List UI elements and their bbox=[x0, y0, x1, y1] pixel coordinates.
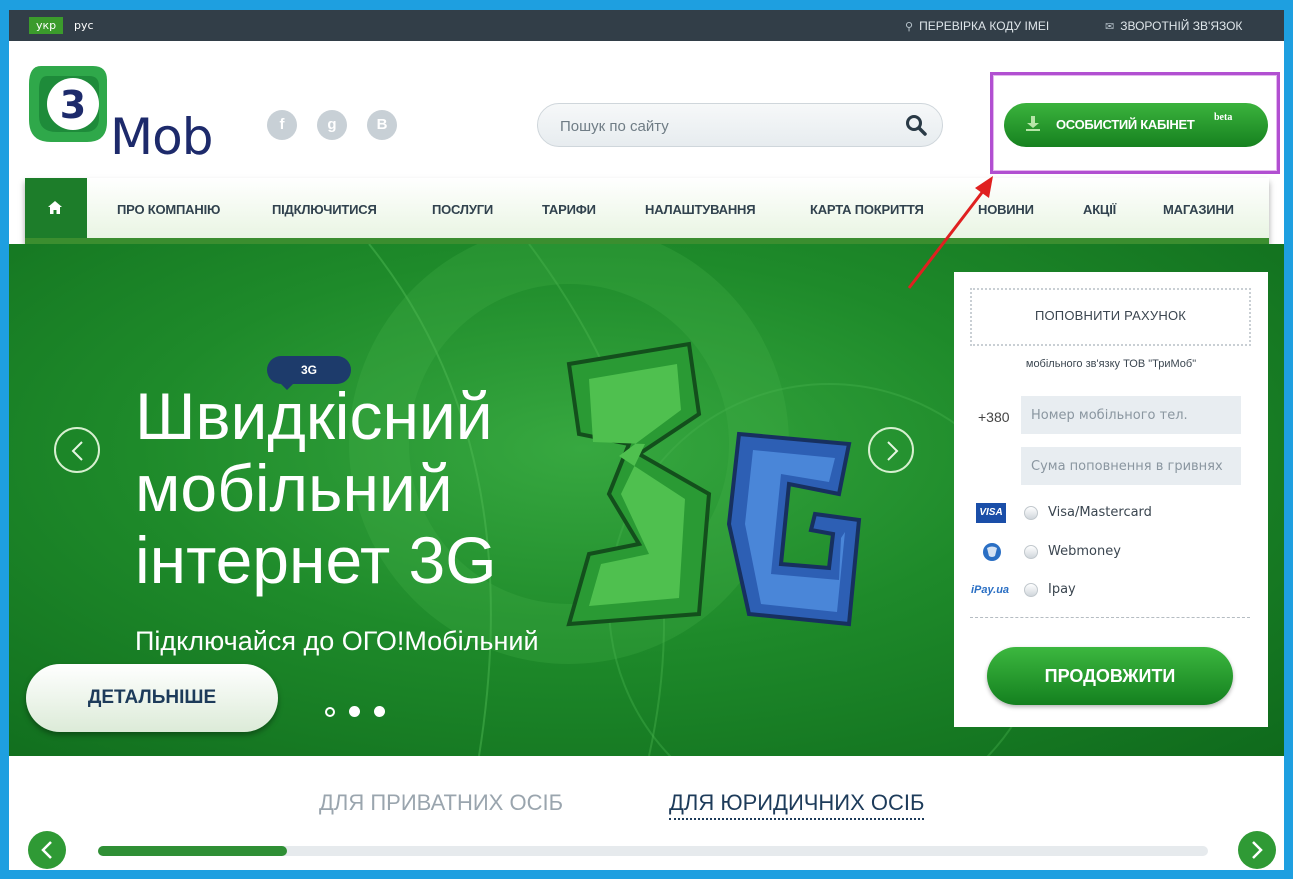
headline-line-3: інтернет 3G bbox=[135, 523, 497, 597]
payment-option-ipay[interactable]: iPay.ua Ipay bbox=[968, 580, 1258, 602]
continue-button[interactable]: ПРОДОВЖИТИ bbox=[987, 647, 1233, 705]
visa-radio[interactable] bbox=[1024, 506, 1038, 520]
vkontakte-icon[interactable]: B bbox=[367, 110, 397, 140]
nav-item-connect[interactable]: ПІДКЛЮЧИТИСЯ bbox=[272, 202, 377, 217]
download-icon bbox=[1026, 116, 1040, 131]
webmoney-radio[interactable] bbox=[1024, 545, 1038, 559]
logo-digit: 3 bbox=[60, 83, 86, 127]
lang-rus-link[interactable]: рус bbox=[67, 17, 101, 34]
carousel-prev-button[interactable] bbox=[28, 831, 66, 869]
personal-cabinet-button[interactable]: ОСОБИСТИЙ КАБІНЕТ beta bbox=[1004, 103, 1268, 147]
slide-prev-button[interactable] bbox=[54, 427, 100, 473]
search-input[interactable] bbox=[560, 116, 880, 136]
slide-dots bbox=[325, 704, 399, 722]
chevron-left-icon bbox=[71, 441, 83, 461]
nav-item-stores[interactable]: МАГАЗИНИ bbox=[1163, 202, 1234, 217]
home-icon bbox=[48, 201, 62, 214]
search-icon: ⚲ bbox=[905, 21, 914, 33]
headline-line-1: Швидкісний bbox=[135, 379, 493, 453]
carousel-progress-bar bbox=[98, 846, 1208, 856]
visa-label: Visa/Mastercard bbox=[1048, 505, 1152, 520]
webmoney-label: Webmoney bbox=[1048, 544, 1121, 559]
ipay-logo-icon: iPay.ua bbox=[970, 584, 1010, 596]
amount-field[interactable] bbox=[1021, 447, 1241, 485]
more-details-button[interactable]: ДЕТАЛЬНІШЕ bbox=[26, 664, 278, 732]
ipay-radio[interactable] bbox=[1024, 583, 1038, 597]
personal-cabinet-label: ОСОБИСТИЙ КАБІНЕТ bbox=[1056, 117, 1195, 132]
feedback-label: ЗВОРОТНІЙ ЗВ'ЯЗОК bbox=[1120, 19, 1243, 33]
slide-dot-2[interactable] bbox=[349, 706, 360, 717]
chevron-left-icon bbox=[41, 841, 52, 859]
nav-item-tariffs[interactable]: ТАРИФИ bbox=[542, 202, 596, 217]
topup-title: ПОПОВНИТИ РАХУНОК bbox=[1034, 308, 1187, 323]
browser-frame: укр рус ⚲ ПЕРЕВІРКА КОДУ ІМЕІ ✉ ЗВОРОТНІЙ … bbox=[0, 0, 1293, 879]
ipay-label: Ipay bbox=[1048, 582, 1076, 597]
payment-option-webmoney[interactable]: Webmoney bbox=[968, 542, 1258, 564]
webmoney-logo-icon bbox=[983, 543, 1001, 561]
chevron-right-icon bbox=[887, 441, 899, 461]
facebook-icon[interactable]: f bbox=[267, 110, 297, 140]
site-logo[interactable]: 3 Mob bbox=[23, 60, 253, 166]
banner-headline: Швидкісний мобільний інтернет 3G bbox=[135, 380, 695, 596]
annotation-arrow-icon bbox=[907, 176, 993, 289]
mail-icon: ✉ bbox=[1105, 21, 1115, 33]
slide-dot-3[interactable] bbox=[374, 706, 385, 717]
search-icon[interactable] bbox=[904, 113, 928, 137]
banner-subline: Підключайся до ОГО!Мобільний bbox=[135, 626, 539, 656]
nav-home-button[interactable] bbox=[25, 178, 87, 238]
phone-prefix: +380 bbox=[978, 409, 1010, 425]
lang-ukr-link[interactable]: укр bbox=[29, 17, 64, 34]
tab-legal-entities[interactable]: ДЛЯ ЮРИДИЧНИХ ОСІБ bbox=[669, 790, 925, 820]
slide-next-button[interactable] bbox=[868, 427, 914, 473]
payment-option-visa[interactable]: VISA Visa/Mastercard bbox=[968, 503, 1258, 525]
imei-check-link[interactable]: ⚲ ПЕРЕВІРКА КОДУ ІМЕІ bbox=[905, 18, 1049, 35]
nav-item-settings[interactable]: НАЛАШТУВАННЯ bbox=[645, 202, 756, 217]
beta-badge: beta bbox=[1214, 112, 1233, 123]
logo-wordmark: Mob bbox=[110, 108, 213, 166]
nav-item-promotions[interactable]: АКЦІЇ bbox=[1083, 202, 1116, 217]
main-nav: ПРО КОМПАНІЮ ПІДКЛЮЧИТИСЯ ПОСЛУГИ ТАРИФИ… bbox=[25, 178, 1269, 244]
divider bbox=[970, 617, 1250, 618]
topup-subtitle: мобільного зв'язку ТОВ "ТриМоб" bbox=[1025, 358, 1197, 370]
top-bar: укр рус ⚲ ПЕРЕВІРКА КОДУ ІМЕІ ✉ ЗВОРОТНІЙ … bbox=[9, 10, 1284, 41]
feedback-link[interactable]: ✉ ЗВОРОТНІЙ ЗВ'ЯЗОК bbox=[1105, 18, 1242, 35]
search-box bbox=[537, 103, 943, 147]
nav-item-about[interactable]: ПРО КОМПАНІЮ bbox=[117, 202, 220, 217]
odnoklassniki-icon[interactable]: g bbox=[317, 110, 347, 140]
headline-line-2: мобільний bbox=[135, 451, 453, 525]
nav-item-services[interactable]: ПОСЛУГИ bbox=[432, 202, 493, 217]
carousel-next-button[interactable] bbox=[1238, 831, 1276, 869]
chevron-right-icon bbox=[1252, 841, 1263, 859]
phone-number-field[interactable] bbox=[1021, 396, 1241, 434]
carousel-progress-fill bbox=[98, 846, 287, 856]
visa-logo-icon: VISA bbox=[976, 503, 1006, 523]
slide-dot-1[interactable] bbox=[325, 707, 335, 717]
imei-check-label: ПЕРЕВІРКА КОДУ ІМЕІ bbox=[919, 19, 1050, 33]
tab-private-persons[interactable]: ДЛЯ ПРИВАТНИХ ОСІБ bbox=[319, 790, 563, 816]
topup-widget: ПОПОВНИТИ РАХУНОК мобільного зв'язку ТОВ… bbox=[954, 272, 1268, 727]
